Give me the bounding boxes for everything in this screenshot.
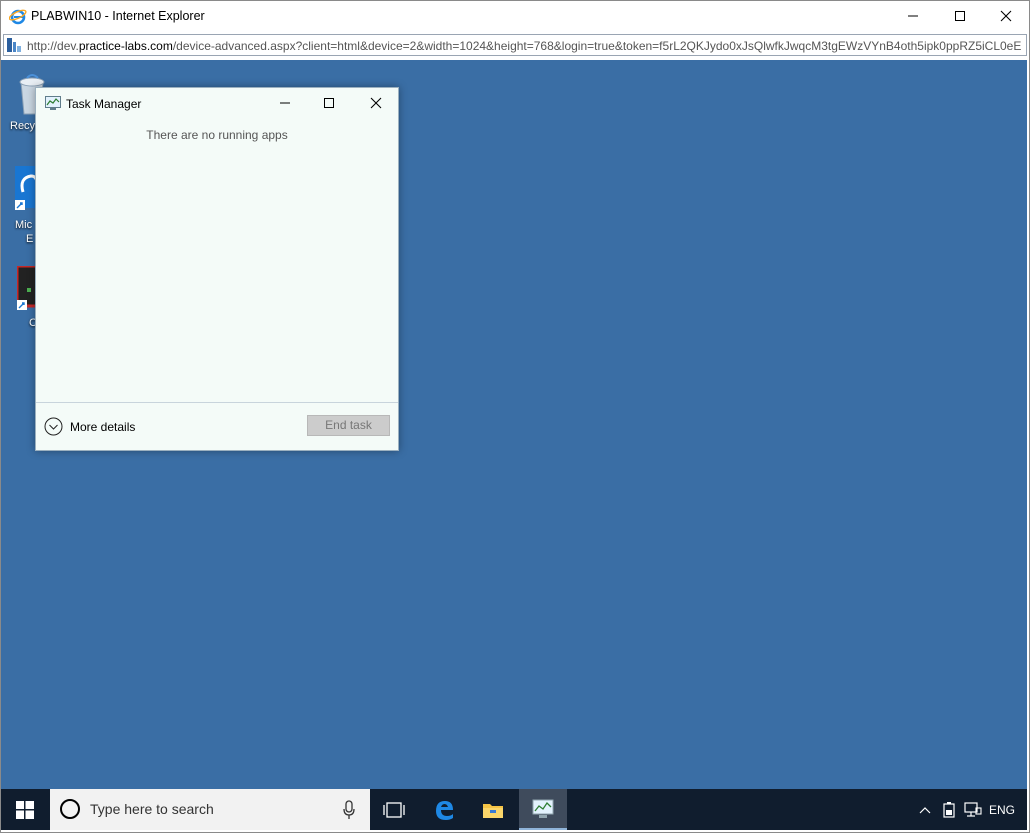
internet-explorer-icon (9, 9, 27, 25)
battery-icon (943, 801, 955, 818)
taskbar: Type here to search ENG (1, 789, 1027, 830)
task-manager-taskbar-button[interactable] (519, 789, 567, 830)
folder-icon (483, 803, 503, 818)
task-manager-window: Task Manager There are no running apps M… (35, 87, 399, 451)
task-manager-icon (45, 96, 61, 110)
edge-taskbar-button[interactable] (420, 789, 468, 830)
maximize-icon (955, 11, 965, 21)
network-button[interactable] (962, 789, 984, 830)
window-title: PLABWIN10 - Internet Explorer (31, 9, 205, 23)
task-manager-title: Task Manager (66, 97, 142, 111)
task-view-button[interactable] (370, 789, 418, 830)
search-box[interactable]: Type here to search (50, 789, 370, 830)
file-explorer-button[interactable] (469, 789, 517, 830)
cortana-icon (60, 799, 80, 819)
url-text[interactable]: http://dev.practice-labs.com/device-adva… (27, 39, 1023, 53)
site-favicon-icon (7, 38, 21, 52)
tm-minimize-button[interactable] (263, 89, 307, 117)
edge-shortcut-icon[interactable] (15, 166, 37, 214)
url-path: /device-advanced.aspx?client=html&device… (172, 39, 1022, 53)
close-icon (1000, 10, 1012, 22)
tm-maximize-button[interactable] (307, 89, 351, 117)
chevron-down-circle-icon (44, 417, 63, 436)
task-manager-icon (532, 799, 554, 818)
close-icon (370, 97, 382, 109)
tray-device-button[interactable] (939, 789, 959, 830)
show-hidden-icons-button[interactable] (915, 789, 935, 830)
close-button[interactable] (983, 1, 1029, 31)
maximize-button[interactable] (937, 1, 983, 31)
start-button[interactable] (1, 789, 49, 830)
network-icon (964, 801, 982, 817)
more-details-label: More details (70, 419, 136, 434)
more-details-button[interactable]: More details (44, 417, 135, 436)
edge-icon (436, 800, 453, 820)
address-bar[interactable]: http://dev.practice-labs.com/device-adva… (3, 34, 1027, 56)
task-view-icon (383, 801, 405, 818)
ie-titlebar: PLABWIN10 - Internet Explorer (1, 1, 1029, 31)
terminal-shortcut-icon[interactable] (17, 266, 37, 314)
edge-shortcut-label-line1: Mic (15, 219, 33, 231)
search-placeholder: Type here to search (90, 801, 214, 817)
input-language-indicator[interactable]: ENG (987, 789, 1017, 830)
url-prefix: http://dev. (27, 39, 79, 53)
edge-shortcut-label-line2: E (26, 233, 34, 245)
minimize-icon (280, 102, 290, 104)
no-running-apps-message: There are no running apps (146, 128, 288, 142)
minimize-icon (908, 15, 918, 17)
windows-logo-icon (16, 800, 34, 819)
maximize-icon (324, 98, 334, 108)
microphone-icon[interactable] (342, 800, 356, 820)
tm-close-button[interactable] (354, 89, 398, 117)
chevron-up-icon (919, 806, 931, 813)
url-domain: practice-labs.com (78, 39, 173, 53)
minimize-button[interactable] (890, 1, 936, 31)
footer-divider (36, 402, 398, 403)
end-task-button[interactable]: End task (307, 415, 390, 436)
